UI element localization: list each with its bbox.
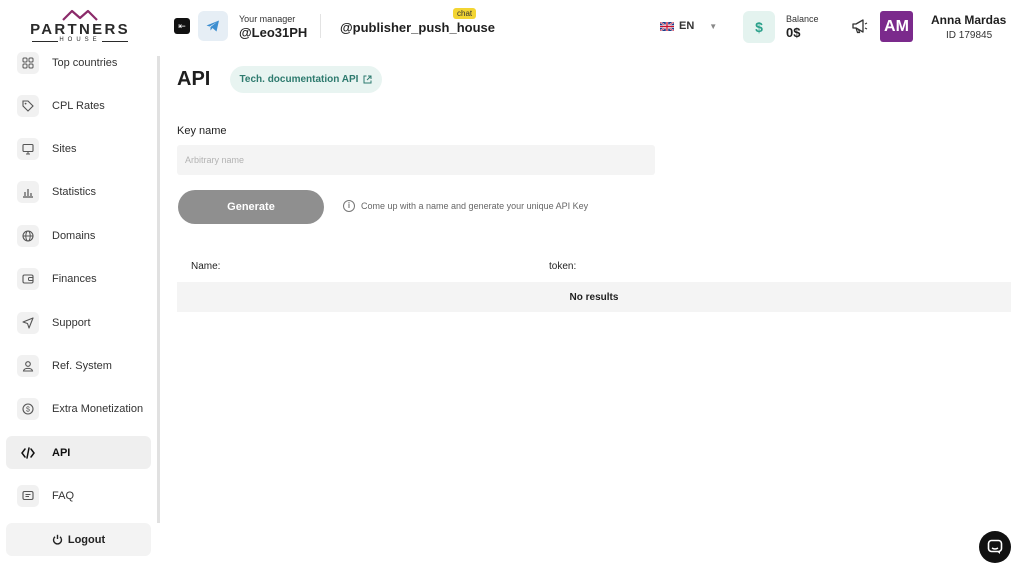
- uk-flag-icon: [660, 21, 674, 31]
- user-name[interactable]: Anna Mardas: [931, 13, 1006, 27]
- megaphone-icon[interactable]: [851, 17, 869, 35]
- sidebar-item-api[interactable]: API: [6, 436, 151, 469]
- balance-label: Balance: [786, 14, 819, 24]
- partners-house-logo[interactable]: PARTNERS HOUSE: [30, 9, 130, 45]
- sidebar-item-label: Statistics: [52, 185, 97, 198]
- send-icon: [17, 311, 39, 334]
- grid-icon: [17, 51, 39, 74]
- globe-icon: [17, 224, 39, 247]
- tech-documentation-label: Tech. documentation API: [239, 74, 359, 85]
- message-icon: [17, 484, 39, 507]
- tag-icon: [17, 94, 39, 117]
- logout-button[interactable]: Logout: [6, 523, 151, 556]
- sidebar-item-faq[interactable]: FAQ: [6, 479, 151, 512]
- sidebar-item-domains[interactable]: Domains: [6, 219, 151, 252]
- sidebar-item-finances[interactable]: Finances: [6, 262, 151, 295]
- balance-value: 0$: [786, 25, 801, 40]
- column-header-name: Name:: [191, 261, 221, 272]
- generate-button[interactable]: Generate: [178, 190, 324, 224]
- header-divider: [320, 14, 321, 38]
- power-icon: [52, 534, 63, 545]
- sidebar-item-label: Support: [52, 316, 91, 329]
- svg-text:$: $: [26, 406, 30, 413]
- api-keys-table-header: Name: token:: [177, 252, 1011, 281]
- telegram-icon: [206, 20, 219, 32]
- language-code: EN: [679, 20, 695, 32]
- bar-chart-icon: [17, 180, 39, 203]
- chat-widget-button[interactable]: [979, 531, 1011, 563]
- sidebar-item-label: Extra Monetization: [52, 402, 144, 415]
- sidebar-item-label: Sites: [52, 142, 77, 155]
- manager-label: Your manager: [239, 14, 296, 24]
- generate-hint: i Come up with a name and generate your …: [343, 200, 588, 212]
- code-icon: [17, 442, 39, 464]
- manager-name[interactable]: @Leo31PH: [239, 25, 307, 40]
- chevron-down-icon: ▼: [709, 21, 718, 31]
- chat-badge: chat: [453, 8, 477, 19]
- table-empty-row: No results: [177, 282, 1011, 312]
- sidebar-item-top-countries[interactable]: Top countries: [6, 46, 151, 79]
- monitor-icon: [17, 137, 39, 160]
- telegram-button[interactable]: [198, 11, 228, 41]
- language-selector[interactable]: EN ▼: [660, 20, 717, 32]
- avatar[interactable]: AM: [880, 11, 913, 42]
- sidebar-item-label: API: [52, 446, 71, 459]
- balance-icon: $: [743, 11, 775, 43]
- tech-documentation-button[interactable]: Tech. documentation API: [230, 66, 382, 93]
- sidebar-item-sites[interactable]: Sites: [6, 132, 151, 165]
- user-icon: [17, 354, 39, 377]
- wallet-icon: [17, 267, 39, 290]
- user-id: ID 179845: [946, 30, 993, 41]
- sidebar-item-label: Domains: [52, 229, 96, 242]
- sidebar-item-label: Top countries: [52, 56, 118, 69]
- page-title: API: [177, 68, 211, 90]
- sidebar-item-label: CPL Rates: [52, 99, 105, 112]
- sidebar-item-statistics[interactable]: Statistics: [6, 175, 151, 208]
- info-icon: i: [343, 200, 355, 212]
- top-header: PARTNERS HOUSE ⇤ Your manager @Leo31PH @…: [0, 0, 1024, 52]
- sidebar-item-extra-monetization[interactable]: $ Extra Monetization: [6, 392, 151, 425]
- sidebar-item-support[interactable]: Support: [6, 306, 151, 339]
- key-name-input[interactable]: [177, 145, 655, 175]
- hint-text: Come up with a name and generate your un…: [361, 201, 589, 211]
- logo-roof-icon: [62, 9, 98, 21]
- logout-label: Logout: [67, 533, 106, 546]
- sidebar-item-cpl-rates[interactable]: CPL Rates: [6, 89, 151, 122]
- extension-icon[interactable]: ⇤: [174, 18, 190, 34]
- column-header-token: token:: [549, 261, 577, 272]
- sidebar-item-label: Ref. System: [52, 359, 112, 372]
- logo-text: PARTNERS: [30, 21, 130, 38]
- sidebar-item-ref-system[interactable]: Ref. System: [6, 349, 151, 382]
- chat-icon: [987, 539, 1003, 554]
- external-link-icon: [363, 75, 372, 84]
- key-name-label: Key name: [177, 125, 227, 137]
- sidebar-item-label: FAQ: [52, 489, 75, 502]
- coin-icon: $: [17, 397, 39, 420]
- sidebar-scrollbar[interactable]: [157, 56, 160, 523]
- logo-subtext: HOUSE: [30, 37, 130, 46]
- channel-link[interactable]: @publisher_push_house: [340, 20, 495, 35]
- sidebar-item-label: Finances: [52, 272, 97, 285]
